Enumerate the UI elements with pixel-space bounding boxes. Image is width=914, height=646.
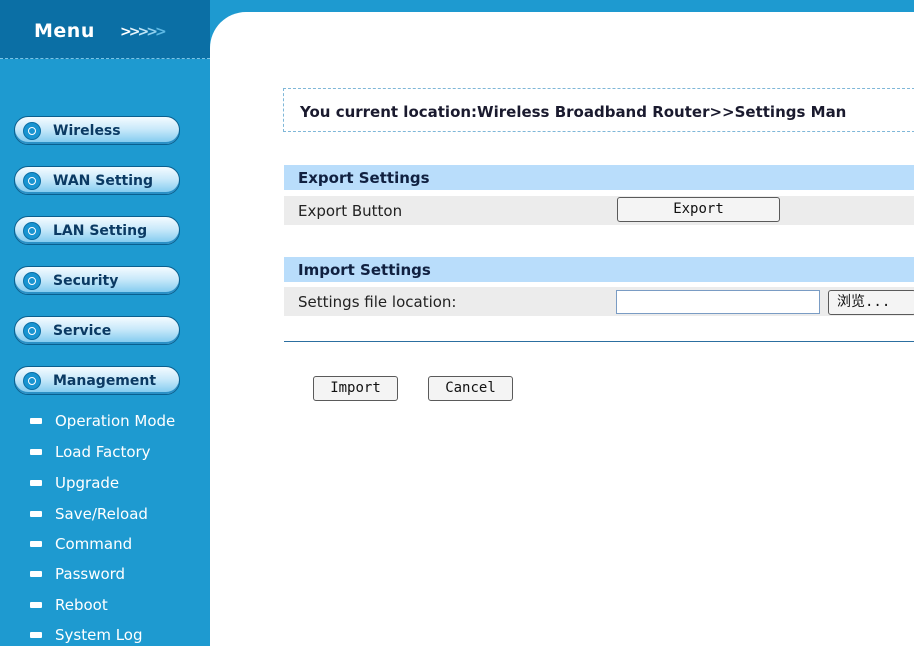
nav-service-button[interactable]: Service: [14, 316, 180, 345]
sub-item-label: Reboot: [55, 596, 108, 614]
export-button-label: Export Button: [298, 202, 403, 220]
import-button[interactable]: Import: [313, 376, 398, 401]
nav-management-button[interactable]: Management: [14, 366, 180, 395]
browse-button[interactable]: 浏览...: [828, 290, 914, 315]
nav-label: Security: [53, 273, 119, 289]
import-settings-header: Import Settings: [284, 257, 914, 282]
ring-icon: [23, 272, 41, 290]
bullet-icon: [30, 632, 42, 638]
bullet-icon: [30, 449, 42, 455]
menu-header: Menu >>>>>: [0, 0, 210, 59]
sub-item-label: Operation Mode: [55, 412, 176, 430]
sub-item-label: Load Factory: [55, 443, 151, 461]
export-settings-title: Export Settings: [298, 169, 430, 187]
sub-item-label: Save/Reload: [55, 505, 148, 523]
cancel-button[interactable]: Cancel: [428, 376, 513, 401]
nav-label: Service: [53, 323, 112, 339]
ring-icon: [23, 122, 41, 140]
nav-wireless-button[interactable]: Wireless: [14, 116, 180, 145]
sub-item-label: Command: [55, 535, 133, 553]
ring-icon: [23, 372, 41, 390]
nav-lan-setting-button[interactable]: LAN Setting: [14, 216, 180, 245]
sidebar: Menu >>>>> Wireless WAN Setting LAN Sett…: [0, 0, 210, 646]
bullet-icon: [30, 418, 42, 424]
bullet-icon: [30, 602, 42, 608]
menu-title: Menu: [34, 20, 95, 42]
export-settings-header: Export Settings: [284, 165, 914, 190]
bullet-icon: [30, 480, 42, 486]
sub-item-label: Upgrade: [55, 474, 120, 492]
ring-icon: [23, 172, 41, 190]
import-file-row: Settings file location: 浏览...: [284, 287, 914, 316]
bullet-icon: [30, 511, 42, 517]
export-button[interactable]: Export: [617, 197, 780, 222]
file-location-label: Settings file location:: [298, 293, 457, 311]
nav-wan-setting-button[interactable]: WAN Setting: [14, 166, 180, 195]
ring-icon: [23, 322, 41, 340]
file-location-input[interactable]: [616, 290, 820, 314]
breadcrumb-text: You current location:Wireless Broadband …: [300, 103, 847, 121]
nav-label: Management: [53, 373, 157, 389]
sub-item-label: Password: [55, 565, 126, 583]
nav-label: WAN Setting: [53, 173, 153, 189]
bullet-icon: [30, 541, 42, 547]
menu-arrows-icon: >>>>>: [120, 24, 167, 40]
export-button-row: Export Button Export: [284, 196, 914, 225]
ring-icon: [23, 222, 41, 240]
nav-label: LAN Setting: [53, 223, 148, 239]
bullet-icon: [30, 571, 42, 577]
sub-item-label: System Log: [55, 626, 143, 644]
breadcrumb: You current location:Wireless Broadband …: [283, 88, 914, 132]
divider: [284, 341, 914, 342]
nav-security-button[interactable]: Security: [14, 266, 180, 295]
import-settings-title: Import Settings: [298, 261, 431, 279]
nav-label: Wireless: [53, 123, 121, 139]
